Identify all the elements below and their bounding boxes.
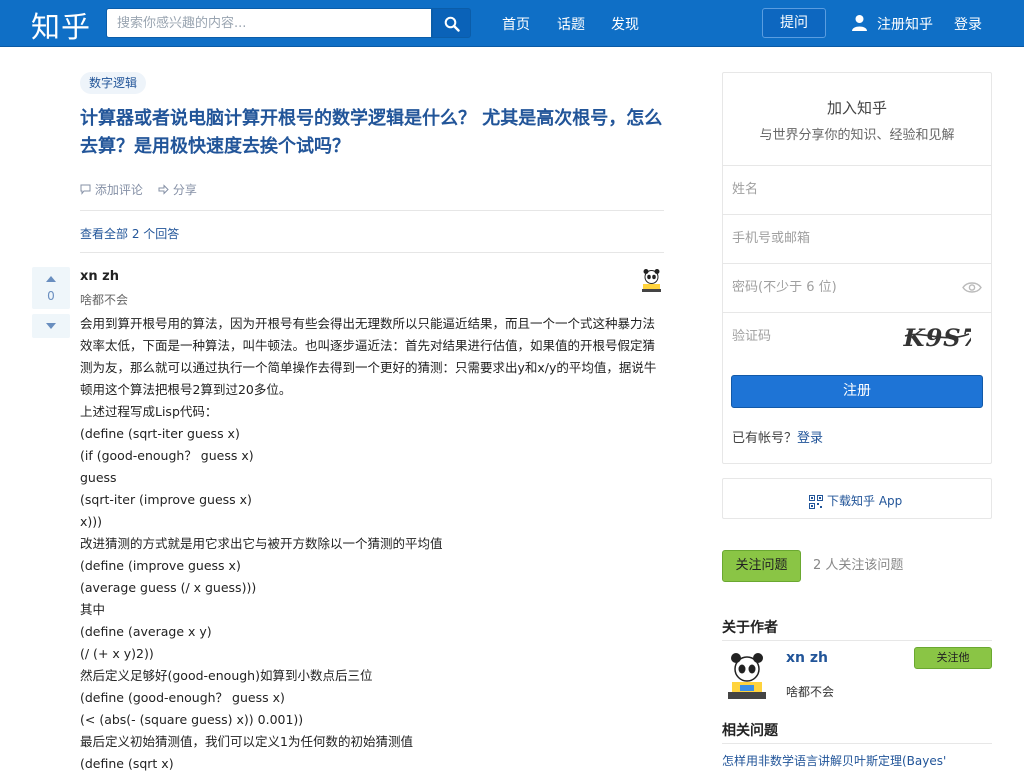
answer-line: (if (good-enough？ guess x) (80, 448, 254, 463)
signup-subtitle: 与世界分享你的知识、经验和见解 (759, 128, 955, 143)
follower-count[interactable]: 2 人关注该问题 (813, 554, 903, 573)
add-comment-link[interactable]: 添加评论 (80, 181, 143, 198)
answer-line: 改进猜测的方式就是用它求出它与被开方数除以一个猜测的平均值 (80, 536, 443, 551)
question-title: 计算器或者说电脑计算开根号的数学逻辑是什么？ 尤其是高次根号，怎么去算？是用极快… (80, 108, 663, 157)
topic-tag[interactable]: 数字逻辑 (80, 72, 147, 94)
have-account-label: 已有帐号？ (732, 431, 798, 446)
upvote-button[interactable]: 0 (32, 267, 70, 309)
name-field[interactable] (723, 165, 991, 215)
share-label: 分享 (172, 183, 197, 197)
password-input[interactable] (723, 264, 941, 311)
answer-line: guess (80, 470, 117, 485)
name-input[interactable] (723, 166, 941, 213)
answer-content: 会用到算开根号用的算法，因为开根号有些会得出无理数所以只能逼近结果，而且一个一个… (80, 313, 664, 775)
sidebar-author-bio: 啥都不会 (786, 685, 835, 699)
related-questions-heading: 相关问题 (722, 723, 778, 739)
answer-line: (< (abs(- (square guess) x)) 0.001)) (80, 712, 304, 727)
account-field[interactable] (723, 214, 991, 264)
nav-explore[interactable]: 发现 (611, 14, 639, 34)
vote-count: 0 (47, 289, 55, 303)
register-button[interactable]: 注册 (731, 375, 983, 408)
sidebar-login-link[interactable]: 登录 (797, 431, 823, 446)
downvote-button[interactable] (32, 314, 70, 338)
answer-author-bio: 啥都不会 (80, 293, 129, 307)
answer-line: (define (improve guess x) (80, 558, 241, 573)
share-icon (158, 184, 169, 195)
nav-home[interactable]: 首页 (502, 14, 530, 34)
captcha-image[interactable]: K9S7 (903, 322, 971, 352)
search-icon (444, 16, 460, 32)
divider (722, 743, 992, 744)
answer-line: 其中 (80, 602, 106, 617)
related-question-link[interactable]: 怎样用非数学语言讲解贝叶斯定理(Bayes' (722, 752, 992, 769)
follow-author-button[interactable]: 关注他 (914, 647, 992, 669)
search-button[interactable] (432, 8, 471, 38)
nav-topics[interactable]: 话题 (557, 14, 585, 34)
share-link[interactable]: 分享 (158, 181, 197, 198)
answer-line: (define (good-enough？ guess x) (80, 690, 285, 705)
answer-line: 最后定义初始猜测值，我们可以定义1为任何数的初始猜测值 (80, 734, 413, 749)
ask-button[interactable]: 提问 (762, 8, 826, 38)
signup-title: 加入知乎 (826, 99, 887, 117)
divider (722, 640, 992, 641)
comment-icon (80, 184, 91, 195)
qr-code-icon (809, 495, 823, 509)
downvote-icon (46, 323, 56, 329)
answer-line: 上述过程写成Lisp代码： (80, 404, 218, 419)
answer-author-name[interactable]: xn zh (80, 269, 119, 284)
captcha-field[interactable]: K9S7 (723, 312, 991, 362)
upvote-icon (46, 276, 56, 282)
author-avatar[interactable] (639, 268, 664, 293)
search-box[interactable] (106, 8, 432, 38)
signup-card: 加入知乎 与世界分享你的知识、经验和见解 K9S7 注册 已有帐号？登录 (722, 72, 992, 464)
login-link[interactable]: 登录 (954, 14, 982, 34)
captcha-input[interactable] (723, 313, 891, 360)
answer-line: 然后定义足够好(good-enough)如算到小数点后三位 (80, 668, 373, 683)
download-app-link[interactable]: 下载知乎 App (827, 492, 902, 509)
eye-icon[interactable] (962, 281, 982, 294)
user-icon (852, 15, 867, 31)
have-account-text: 已有帐号？登录 (732, 427, 823, 446)
about-author-heading: 关于作者 (722, 620, 778, 636)
add-comment-label: 添加评论 (94, 183, 143, 197)
answer-line: (define (average x y) (80, 624, 212, 639)
zhihu-logo[interactable]: 知乎 (31, 4, 91, 46)
account-input[interactable] (723, 215, 941, 262)
view-all-answers-link[interactable]: 查看全部 2 个回答 (80, 225, 179, 242)
answer-line: (define (sqrt-iter guess x) (80, 426, 240, 441)
follow-question-button[interactable]: 关注问题 (722, 550, 801, 582)
password-field[interactable] (723, 263, 991, 313)
divider (80, 210, 664, 211)
answer-line: (average guess (/ x guess))) (80, 580, 257, 595)
register-link[interactable]: 注册知乎 (877, 14, 933, 34)
answer-line: 会用到算开根号用的算法，因为开根号有些会得出无理数所以只能逼近结果，而且一个一个… (80, 316, 657, 397)
answer-line: x))) (80, 514, 103, 529)
answer-line: (define (sqrt x) (80, 756, 174, 771)
top-navbar: 知乎 首页 话题 发现 提问 注册知乎 登录 (0, 0, 1024, 47)
sidebar-author-name[interactable]: xn zh (786, 650, 828, 666)
answer-line: (/ (+ x y)2)) (80, 646, 154, 661)
divider (80, 252, 664, 253)
search-input[interactable] (107, 9, 427, 37)
answer-line: (sqrt-iter (improve guess x) (80, 492, 252, 507)
download-app-card[interactable]: 下载知乎 App (722, 478, 992, 519)
sidebar-author-avatar[interactable] (722, 650, 772, 700)
